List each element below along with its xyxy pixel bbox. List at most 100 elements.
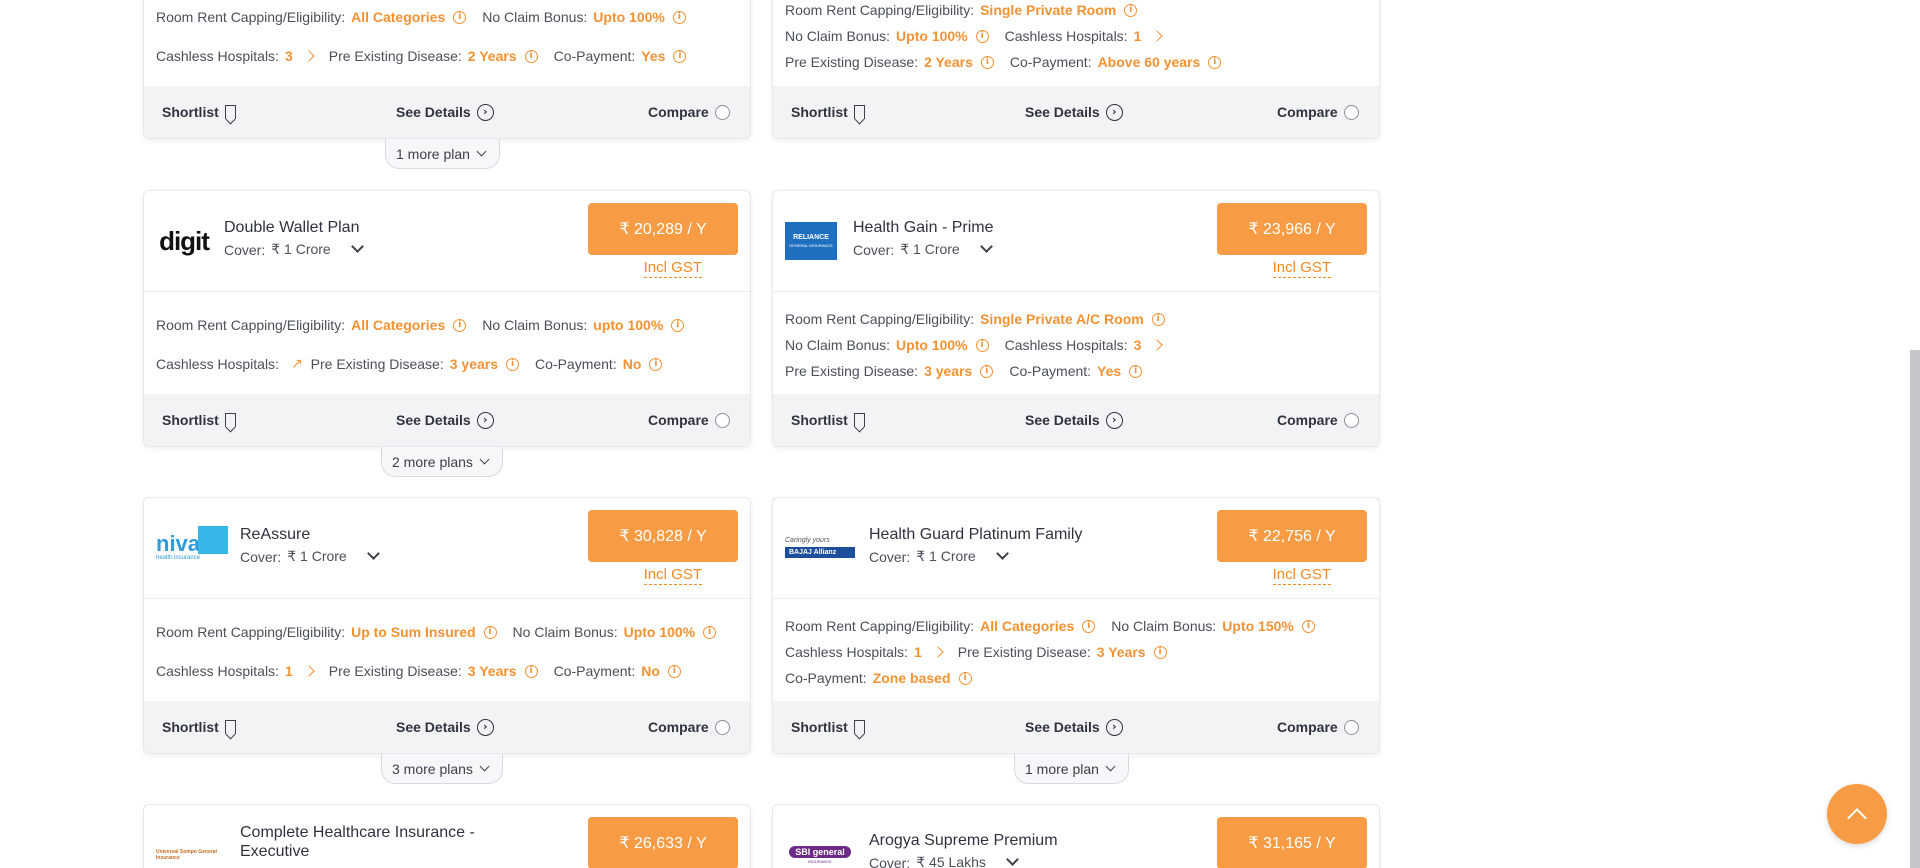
info-icon[interactable]: i — [667, 664, 681, 678]
info-icon[interactable]: i — [672, 10, 686, 24]
insurer-logo: Caringly yours BAJAJ Allianz — [785, 530, 855, 564]
incl-gst-label[interactable]: Incl GST — [1272, 259, 1331, 278]
more-plans-toggle[interactable]: 1 more plan — [1014, 754, 1129, 784]
price-button[interactable]: ₹ 22,756 / Y — [1217, 510, 1367, 562]
info-icon[interactable]: i — [958, 671, 972, 685]
info-icon[interactable]: i — [980, 55, 994, 69]
chevron-right-icon[interactable] — [1151, 30, 1164, 42]
info-icon[interactable]: i — [453, 318, 467, 332]
shortlist-button[interactable]: Shortlist — [162, 394, 236, 446]
compare-toggle[interactable]: Compare — [1277, 701, 1359, 753]
shortlist-button[interactable]: Shortlist — [162, 701, 236, 753]
compare-toggle[interactable]: Compare — [648, 394, 730, 446]
shortlist-button[interactable]: Shortlist — [791, 701, 865, 753]
cashless-value[interactable]: 1 — [914, 644, 922, 660]
price-button[interactable]: ₹ 23,966 / Y — [1217, 203, 1367, 255]
copay-label: Co-Payment: — [535, 356, 617, 372]
plan-name[interactable]: ReAssure — [240, 525, 310, 545]
cover-selector[interactable]: Cover: ₹ 1 Crore — [853, 240, 993, 258]
plan-name[interactable]: Arogya Supreme Premium — [869, 831, 1058, 851]
info-icon[interactable]: i — [524, 664, 538, 678]
cashless-value[interactable]: 3 — [1134, 337, 1142, 353]
info-icon[interactable]: i — [1129, 364, 1143, 378]
info-icon[interactable]: i — [649, 357, 663, 371]
more-plans-toggle[interactable]: 2 more plans — [381, 447, 503, 477]
compare-toggle[interactable]: Compare — [648, 701, 730, 753]
chevron-right-icon[interactable] — [932, 646, 944, 658]
feature-row: Cashless Hospitals: ↗ Pre Existing Disea… — [156, 351, 738, 377]
logo-text: RELIANCE — [793, 234, 829, 241]
compare-toggle[interactable]: Compare — [1277, 394, 1359, 446]
info-icon[interactable]: i — [453, 10, 467, 24]
plan-name[interactable]: Complete Healthcare Insurance - Executiv… — [240, 823, 475, 861]
see-details-button[interactable]: See Details › — [1025, 701, 1123, 753]
compare-radio[interactable] — [714, 719, 730, 735]
compare-radio[interactable] — [1343, 104, 1359, 120]
plan-card-top-right: Room Rent Capping/Eligibility: Single Pr… — [772, 0, 1380, 139]
info-icon[interactable]: i — [1153, 645, 1167, 659]
plan-card-digit: digit Double Wallet Plan Cover: ₹ 1 Crore… — [143, 190, 751, 447]
chevron-right-icon[interactable] — [303, 50, 315, 62]
info-icon[interactable]: i — [506, 357, 520, 371]
external-link-icon[interactable]: ↗ — [291, 356, 303, 372]
cover-selector[interactable]: Cover: ₹ 1 Crore — [869, 547, 1009, 565]
price-button[interactable]: ₹ 26,633 / Y — [588, 817, 738, 868]
shortlist-button[interactable]: Shortlist — [791, 86, 865, 138]
info-icon[interactable]: i — [671, 318, 685, 332]
logo-badge — [198, 526, 228, 554]
cashless-value[interactable]: 1 — [285, 663, 293, 679]
bookmark-icon — [224, 413, 236, 427]
compare-toggle[interactable]: Compare — [648, 86, 730, 138]
shortlist-button[interactable]: Shortlist — [791, 394, 865, 446]
scrollbar-thumb[interactable] — [1910, 350, 1920, 868]
see-details-button[interactable]: See Details › — [1025, 86, 1123, 138]
more-plans-toggle[interactable]: 3 more plans — [381, 754, 503, 784]
info-icon[interactable]: i — [1208, 55, 1222, 69]
chevron-right-icon[interactable] — [1151, 339, 1164, 351]
see-details-button[interactable]: See Details › — [396, 701, 494, 753]
logo-subtext: Caringly yours — [785, 536, 830, 544]
plan-name[interactable]: Double Wallet Plan — [224, 218, 359, 238]
price-button[interactable]: ₹ 30,828 / Y — [588, 510, 738, 562]
scroll-to-top-button[interactable] — [1827, 784, 1887, 844]
incl-gst-label[interactable]: Incl GST — [1272, 566, 1331, 585]
cover-selector[interactable]: Cover: ₹ 1 Crore — [240, 547, 380, 565]
info-icon[interactable]: i — [1124, 3, 1138, 17]
info-icon[interactable]: i — [980, 364, 994, 378]
cover-selector[interactable]: Cover: ₹ 45 Lakhs — [869, 853, 1019, 868]
info-icon[interactable]: i — [1151, 312, 1165, 326]
cashless-value[interactable]: 1 — [1134, 28, 1142, 44]
incl-gst-label[interactable]: Incl GST — [643, 259, 702, 278]
info-icon[interactable]: i — [975, 29, 989, 43]
chevron-right-icon[interactable] — [303, 665, 315, 677]
see-details-button[interactable]: See Details › — [396, 86, 494, 138]
chevron-down-icon — [479, 454, 490, 465]
compare-radio[interactable] — [714, 104, 730, 120]
compare-toggle[interactable]: Compare — [1277, 86, 1359, 138]
see-details-button[interactable]: See Details › — [396, 394, 494, 446]
info-icon[interactable]: i — [703, 625, 717, 639]
cashless-label: Cashless Hospitals: — [156, 48, 279, 64]
info-icon[interactable]: i — [483, 625, 497, 639]
price-button[interactable]: ₹ 31,165 / Y — [1217, 817, 1367, 868]
compare-radio[interactable] — [1343, 412, 1359, 428]
cover-selector[interactable]: Cover: ₹ 1 Crore — [224, 240, 364, 258]
copay-label: Co-Payment: — [785, 670, 867, 686]
info-icon[interactable]: i — [524, 49, 538, 63]
plan-name[interactable]: Health Gain - Prime — [853, 218, 994, 238]
cashless-value[interactable]: 3 — [285, 48, 293, 64]
incl-gst-label[interactable]: Incl GST — [643, 566, 702, 585]
price-button[interactable]: ₹ 20,289 / Y — [588, 203, 738, 255]
info-icon[interactable]: i — [1301, 619, 1315, 633]
info-icon[interactable]: i — [975, 338, 989, 352]
cover-value: ₹ 45 Lakhs — [916, 854, 986, 868]
more-plans-toggle[interactable]: 1 more plan — [385, 139, 500, 169]
plan-name[interactable]: Health Guard Platinum Family — [869, 525, 1082, 545]
compare-radio[interactable] — [714, 412, 730, 428]
compare-radio[interactable] — [1343, 719, 1359, 735]
info-icon[interactable]: i — [1082, 619, 1096, 633]
shortlist-button[interactable]: Shortlist — [162, 86, 236, 138]
card-footer: Shortlist See Details › Compare — [144, 394, 750, 446]
info-icon[interactable]: i — [673, 49, 687, 63]
see-details-button[interactable]: See Details › — [1025, 394, 1123, 446]
